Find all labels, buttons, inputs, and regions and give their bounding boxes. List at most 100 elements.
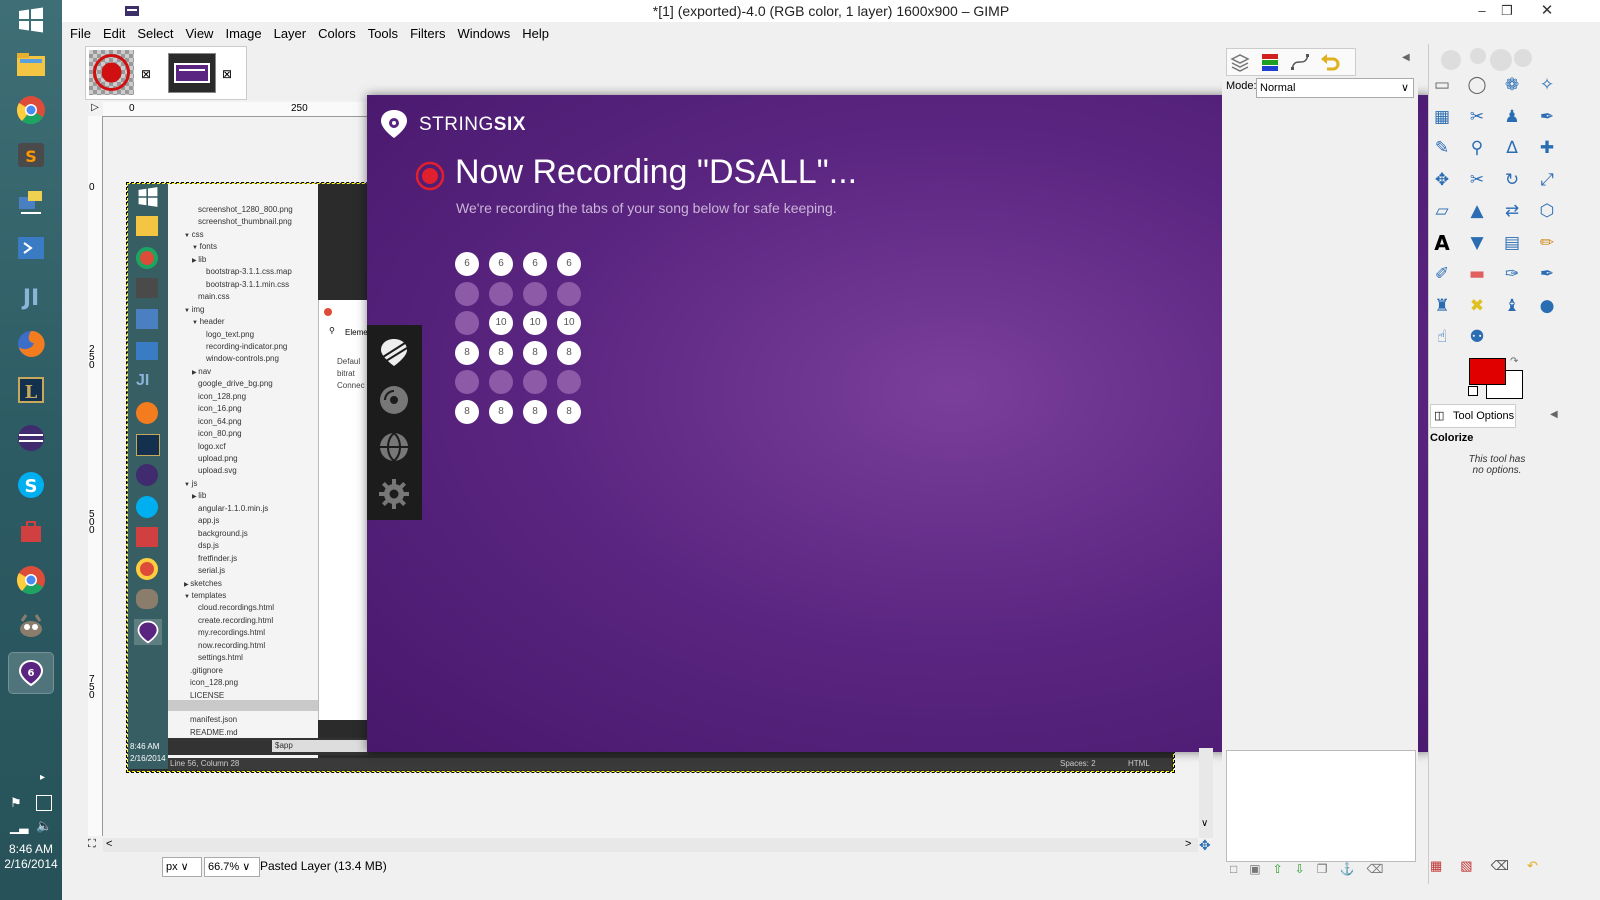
paths-tab-icon[interactable] xyxy=(1289,51,1311,73)
unit-select[interactable]: px ∨ xyxy=(162,857,202,877)
tool-options-tab[interactable]: ◫ Tool Options xyxy=(1430,404,1516,428)
maximize-button[interactable]: ❒ xyxy=(1492,0,1522,22)
lower-layer-icon[interactable]: ⇩ xyxy=(1295,862,1317,876)
undo-history-tab-icon[interactable] xyxy=(1319,51,1341,73)
clone-icon[interactable]: ♜ xyxy=(1429,293,1455,319)
nav-settings-gear-icon[interactable] xyxy=(377,477,411,511)
flip-icon[interactable]: ⇄ xyxy=(1499,198,1525,224)
menu-edit[interactable]: Edit xyxy=(103,26,125,41)
zoom-select[interactable]: 66.7% ∨ xyxy=(204,857,260,877)
channels-tab-icon[interactable] xyxy=(1259,51,1281,73)
navigate-icon[interactable]: ✥ xyxy=(1199,837,1211,854)
menu-image[interactable]: Image xyxy=(225,26,261,41)
taskbar-clock[interactable]: 8:46 AM 2/16/2014 xyxy=(0,842,62,872)
volume-icon[interactable]: 🔈 xyxy=(36,818,52,834)
pencil-icon[interactable]: ✏ xyxy=(1534,230,1560,256)
rect-select-icon[interactable]: ▭ xyxy=(1429,72,1455,98)
canvas-vertical-scrollbar[interactable]: ∨ xyxy=(1199,748,1213,838)
swap-colors-icon[interactable]: ↷ xyxy=(1510,356,1518,367)
scroll-down-icon[interactable]: ∨ xyxy=(1201,818,1208,829)
layers-list[interactable] xyxy=(1226,750,1416,862)
select-by-color-icon[interactable]: ▦ xyxy=(1429,104,1455,130)
nav-recordings-disc-icon[interactable] xyxy=(377,383,411,417)
toolbox-icon[interactable] xyxy=(9,512,53,552)
nav-cloud-globe-icon[interactable] xyxy=(377,430,411,464)
action-center-icon[interactable] xyxy=(36,795,52,811)
anchor-layer-icon[interactable]: ⚓ xyxy=(1339,862,1366,876)
dodge-burn-icon[interactable]: ⚉ xyxy=(1464,324,1490,350)
scroll-left-icon[interactable]: < xyxy=(106,838,112,850)
new-group-icon[interactable]: ▣ xyxy=(1249,862,1272,876)
gimp-app-icon[interactable] xyxy=(124,2,140,16)
restore-options-icon[interactable]: ▧ xyxy=(1460,858,1490,873)
eraser-icon[interactable]: ▬ xyxy=(1464,261,1490,287)
raise-layer-icon[interactable]: ⇧ xyxy=(1273,862,1295,876)
network-tool-icon[interactable] xyxy=(9,182,53,222)
tool-options-menu-icon[interactable]: ◀ xyxy=(1550,409,1558,420)
league-of-legends-icon[interactable]: L xyxy=(9,370,53,410)
color-picker-icon[interactable]: ✎ xyxy=(1429,135,1455,161)
align-icon[interactable]: ✥ xyxy=(1429,167,1455,193)
paths-icon[interactable]: ✒ xyxy=(1534,104,1560,130)
scroll-right-icon[interactable]: > xyxy=(1185,838,1191,850)
network-signal-icon[interactable]: ▁▃ xyxy=(10,820,28,834)
close-tab-icon-2[interactable]: ⊠ xyxy=(222,67,232,81)
text-icon[interactable]: A xyxy=(1429,230,1455,256)
foreground-select-icon[interactable]: ♟ xyxy=(1499,104,1525,130)
cage-icon[interactable]: ⬡ xyxy=(1534,198,1560,224)
layers-tab-icon[interactable] xyxy=(1229,51,1251,73)
gradient-icon[interactable]: ▤ xyxy=(1499,230,1525,256)
image-tab-active[interactable] xyxy=(168,53,216,93)
ink-icon[interactable]: ✒ xyxy=(1534,261,1560,287)
zoom-to-fit-icon[interactable]: ⛶ xyxy=(88,838,96,851)
image-tab-recording[interactable] xyxy=(89,50,134,95)
foreground-color-swatch[interactable] xyxy=(1469,358,1506,385)
delete-layer-icon[interactable]: ⌫ xyxy=(1366,862,1395,876)
delete-options-icon[interactable]: ⌫ xyxy=(1491,858,1527,873)
bucket-fill-icon[interactable]: ▼ xyxy=(1464,230,1490,256)
skype-icon[interactable]: S xyxy=(9,465,53,505)
menu-help[interactable]: Help xyxy=(522,26,549,41)
menu-file[interactable]: File xyxy=(70,26,91,41)
default-colors-icon[interactable] xyxy=(1468,386,1478,396)
reset-options-icon[interactable]: ↶ xyxy=(1527,858,1556,873)
free-select-icon[interactable]: ❁ xyxy=(1499,72,1525,98)
intellij-icon[interactable]: JI xyxy=(9,276,53,316)
menu-windows[interactable]: Windows xyxy=(457,26,510,41)
nav-record-pick-icon[interactable] xyxy=(377,335,411,369)
perspective-clone-icon[interactable]: ♝ xyxy=(1499,293,1525,319)
scissors-icon[interactable]: ✂ xyxy=(1464,104,1490,130)
flag-icon[interactable]: ⚑ xyxy=(10,795,22,811)
heal-icon[interactable]: ✖ xyxy=(1464,293,1490,319)
zoom-icon[interactable]: ⚲ xyxy=(1464,135,1490,161)
menu-colors[interactable]: Colors xyxy=(318,26,356,41)
menu-view[interactable]: View xyxy=(186,26,214,41)
file-explorer-icon[interactable] xyxy=(9,44,53,84)
eclipse-icon[interactable] xyxy=(9,418,53,458)
powershell-icon[interactable] xyxy=(9,228,53,268)
menu-layer[interactable]: Layer xyxy=(274,26,307,41)
perspective-icon[interactable]: ▲ xyxy=(1464,198,1490,224)
menu-tools[interactable]: Tools xyxy=(368,26,398,41)
new-layer-icon[interactable]: □ xyxy=(1230,862,1249,876)
ellipse-select-icon[interactable]: ◯ xyxy=(1464,72,1490,98)
crop-icon[interactable]: ✂ xyxy=(1464,167,1490,193)
fuzzy-select-icon[interactable]: ✧ xyxy=(1534,72,1560,98)
paintbrush-icon[interactable]: ✐ xyxy=(1429,261,1455,287)
save-options-icon[interactable]: ▦ xyxy=(1430,858,1460,873)
measure-icon[interactable]: ∆ xyxy=(1499,135,1525,161)
menu-filters[interactable]: Filters xyxy=(410,26,445,41)
firefox-icon[interactable] xyxy=(9,324,53,364)
mode-select[interactable]: Normal ∨ xyxy=(1256,78,1414,98)
chrome-icon[interactable] xyxy=(9,90,53,130)
quick-mask-toggle-icon[interactable]: ▷ xyxy=(88,102,102,116)
gimp-icon[interactable] xyxy=(9,606,53,646)
show-hidden-icons-icon[interactable]: ▸ xyxy=(40,772,45,783)
rotate-icon[interactable]: ↻ xyxy=(1499,167,1525,193)
smudge-icon[interactable]: ☝ xyxy=(1429,324,1455,350)
airbrush-icon[interactable]: ✑ xyxy=(1499,261,1525,287)
windows-start-icon[interactable] xyxy=(9,0,53,40)
canvas-horizontal-scrollbar[interactable]: < > xyxy=(103,838,1198,852)
stringsix-taskbar-icon[interactable]: 6 xyxy=(8,652,54,694)
duplicate-layer-icon[interactable]: ❐ xyxy=(1317,862,1340,876)
